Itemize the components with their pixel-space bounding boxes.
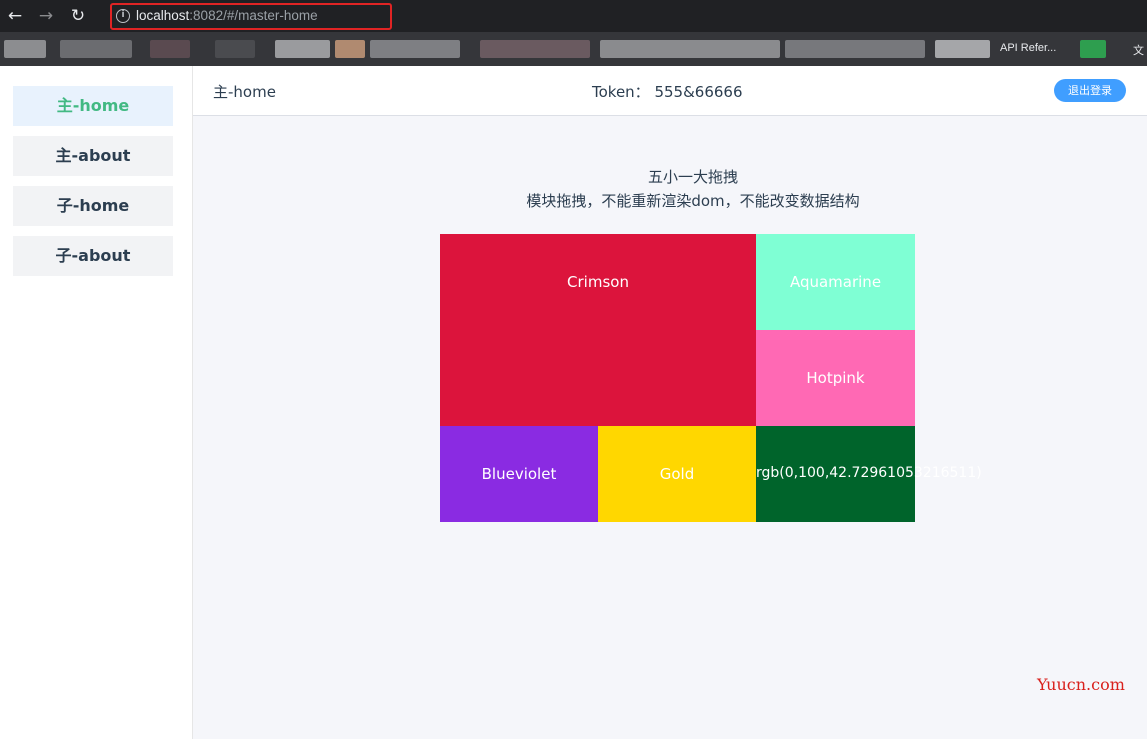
- block-crimson[interactable]: Crimson: [440, 234, 756, 426]
- block-label: Blueviolet: [481, 465, 557, 483]
- bookmark-blur[interactable]: [480, 40, 590, 58]
- url-text[interactable]: localhost:8082/#/master-home: [136, 8, 318, 23]
- block-gold[interactable]: Gold: [598, 426, 756, 522]
- sidebar-item-master-about[interactable]: 主-about: [13, 136, 173, 176]
- page-title: 主-home: [213, 83, 276, 101]
- bookmark-wen[interactable]: 文: [1133, 42, 1144, 58]
- block-blueviolet[interactable]: Blueviolet: [440, 426, 598, 522]
- address-bar[interactable]: i localhost:8082/#/master-home: [110, 3, 392, 30]
- section-subheading: 模块拖拽，不能重新渲染dom，不能改变数据结构: [526, 192, 860, 210]
- block-dark-green[interactable]: rgb(0,100,42.72961053216511): [756, 426, 982, 522]
- drag-grid: Crimson Aquamarine Hotpink Blueviolet Go…: [440, 234, 982, 522]
- url-path: :8082/#/master-home: [189, 8, 318, 23]
- browser-toolbar: ← → ↻ i localhost:8082/#/master-home: [0, 0, 1147, 32]
- block-label: rgb(0,100,42.72961053216511): [756, 465, 982, 481]
- bookmark-blur[interactable]: [335, 40, 365, 58]
- reload-icon[interactable]: ↻: [67, 5, 89, 27]
- bookmark-blur[interactable]: [4, 40, 46, 58]
- token-display: Token： 555&66666: [592, 81, 743, 102]
- header: 主-home Token： 555&66666 退出登录: [193, 66, 1147, 116]
- block-aquamarine[interactable]: Aquamarine: [756, 234, 915, 330]
- block-label: Gold: [659, 465, 695, 483]
- info-icon[interactable]: i: [116, 9, 130, 23]
- sidebar-item-child-about[interactable]: 子-about: [13, 236, 173, 276]
- bookmark-blur[interactable]: [370, 40, 460, 58]
- section-heading: 五小一大拖拽: [647, 168, 738, 186]
- bookmark-blur[interactable]: [935, 40, 990, 58]
- block-hotpink[interactable]: Hotpink: [756, 330, 915, 426]
- logout-button[interactable]: 退出登录: [1054, 79, 1126, 102]
- back-arrow-icon[interactable]: ←: [4, 5, 26, 27]
- bookmark-green-icon[interactable]: [1080, 40, 1106, 58]
- bookmark-blur[interactable]: [600, 40, 780, 58]
- bookmark-api-refer[interactable]: API Refer...: [1000, 42, 1056, 54]
- bookmarks-bar: API Refer... 文: [0, 32, 1147, 66]
- block-label: Hotpink: [806, 369, 865, 387]
- bookmark-blur[interactable]: [785, 40, 925, 58]
- bookmark-blur[interactable]: [150, 40, 190, 58]
- watermark: Yuucn.com: [1037, 675, 1125, 694]
- url-host: localhost: [136, 8, 190, 23]
- bookmark-blur[interactable]: [60, 40, 132, 58]
- token-label: Token：: [592, 83, 650, 101]
- sidebar-item-master-home[interactable]: 主-home: [13, 86, 173, 126]
- sidebar-item-child-home[interactable]: 子-home: [13, 186, 173, 226]
- sidebar: 主-home 主-about 子-home 子-about: [0, 66, 193, 739]
- block-label: Crimson: [567, 273, 629, 291]
- block-label: Aquamarine: [789, 273, 882, 291]
- token-value: 555&66666: [654, 83, 743, 101]
- forward-arrow-icon[interactable]: →: [35, 5, 57, 27]
- bookmark-blur[interactable]: [275, 40, 330, 58]
- bookmark-blur[interactable]: [215, 40, 255, 58]
